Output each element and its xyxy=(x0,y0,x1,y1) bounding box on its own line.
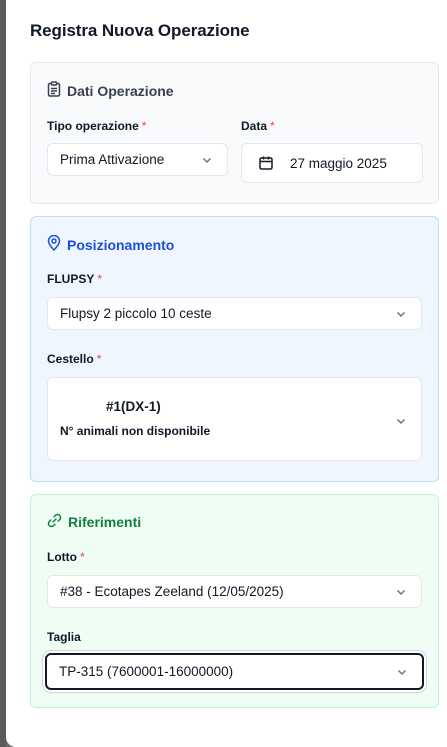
chevron-down-icon xyxy=(396,666,408,681)
data-label: Data * xyxy=(241,119,275,133)
lotto-value: #38 - Ecotapes Zeeland (12/05/2025) xyxy=(60,584,284,599)
section-header-posizionamento: Posizionamento xyxy=(47,234,175,254)
calendar-icon xyxy=(258,155,274,171)
required-marker: * xyxy=(141,119,147,133)
required-marker: * xyxy=(96,352,102,366)
taglia-label: Taglia xyxy=(47,630,81,644)
cestello-name: #1(DX-1) xyxy=(106,399,161,414)
cestello-select[interactable]: #1(DX-1) N° animali non disponibile xyxy=(47,377,422,461)
tipo-operazione-select[interactable]: Prima Attivazione xyxy=(47,143,228,176)
chevron-down-icon xyxy=(395,414,407,432)
chevron-down-icon xyxy=(395,586,407,601)
flupsy-value: Flupsy 2 piccolo 10 ceste xyxy=(60,306,212,321)
cestello-animal-count: N° animali non disponibile xyxy=(60,424,211,438)
map-pin-icon xyxy=(47,234,67,254)
required-marker: * xyxy=(79,550,85,564)
tipo-operazione-value: Prima Attivazione xyxy=(60,152,165,167)
dialog-title: Registra Nuova Operazione xyxy=(30,21,250,40)
section-posizionamento: Posizionamento FLUPSY * Flupsy 2 piccolo … xyxy=(30,216,439,482)
cestello-label: Cestello * xyxy=(47,352,102,366)
flupsy-label: FLUPSY * xyxy=(47,272,103,286)
date-picker-button[interactable]: 27 maggio 2025 xyxy=(241,143,423,183)
section-riferimenti: Riferimenti Lotto * #38 - Ecotapes Zeelan… xyxy=(30,494,439,708)
taglia-select[interactable]: TP-315 (7600001-16000000) xyxy=(45,653,424,690)
lotto-select[interactable]: #38 - Ecotapes Zeeland (12/05/2025) xyxy=(47,575,422,608)
date-value: 27 maggio 2025 xyxy=(290,155,387,171)
chevron-down-icon xyxy=(201,154,213,169)
section-title: Posizionamento xyxy=(67,236,175,253)
required-marker: * xyxy=(97,272,103,286)
tipo-operazione-label: Tipo operazione * xyxy=(47,119,147,133)
lotto-label: Lotto * xyxy=(47,550,85,564)
section-header-riferimenti: Riferimenti xyxy=(47,513,141,531)
required-marker: * xyxy=(270,119,275,133)
section-dati-operazione: Dati Operazione Tipo operazione * Prima A… xyxy=(30,62,439,204)
clipboard-icon xyxy=(47,81,67,100)
chevron-down-icon xyxy=(395,308,407,323)
new-operation-dialog: Registra Nuova Operazione Dati Operazion… xyxy=(6,0,447,747)
link-icon xyxy=(47,513,68,531)
flupsy-select[interactable]: Flupsy 2 piccolo 10 ceste xyxy=(47,297,422,330)
section-title: Dati Operazione xyxy=(67,82,174,99)
section-header-dati: Dati Operazione xyxy=(47,81,174,100)
section-title: Riferimenti xyxy=(68,514,142,530)
taglia-value: TP-315 (7600001-16000000) xyxy=(59,664,234,679)
